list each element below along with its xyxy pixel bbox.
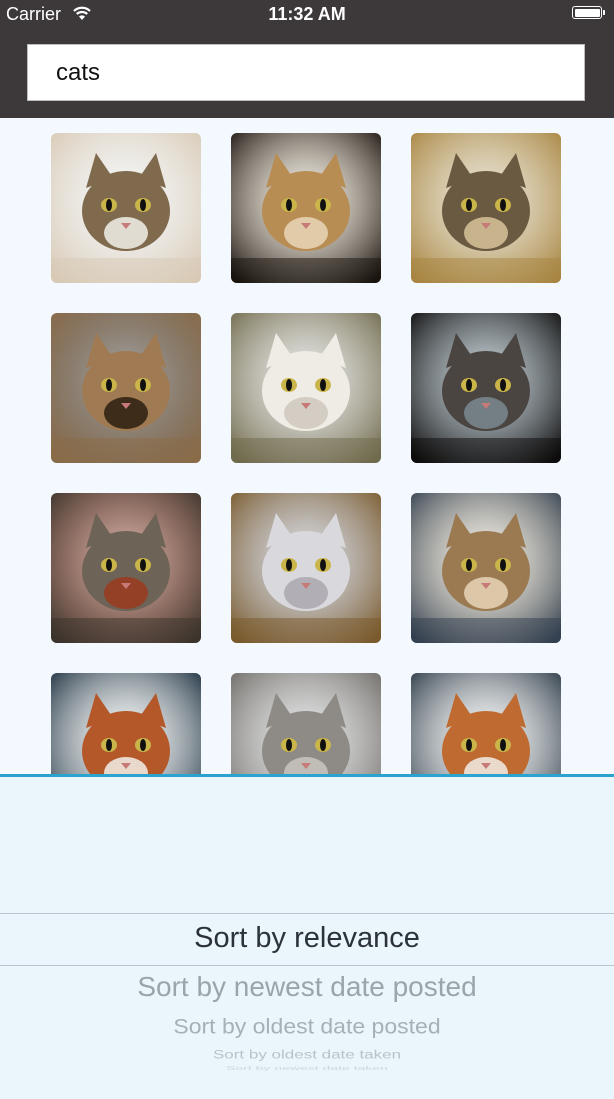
photo-grid[interactable] — [0, 118, 614, 774]
cat-photo-2[interactable] — [231, 133, 381, 283]
picker-selection-top-line — [0, 913, 614, 914]
cat-photo-9[interactable] — [411, 493, 561, 643]
cat-photo-image — [231, 133, 381, 283]
sort-picker[interactable]: Sort by relevance Sort by newest date po… — [0, 777, 614, 1099]
cat-photo-image — [411, 313, 561, 463]
clock-time: 11:32 AM — [268, 4, 346, 24]
cat-photo-7[interactable] — [51, 493, 201, 643]
cat-photo-8[interactable] — [231, 493, 381, 643]
cat-photo-12[interactable] — [411, 673, 561, 774]
sort-option-relevance[interactable]: Sort by relevance — [0, 922, 614, 955]
cat-photo-image — [231, 313, 381, 463]
cat-photo-image — [51, 493, 201, 643]
cat-photo-image — [411, 133, 561, 283]
cat-photo-image — [51, 133, 201, 283]
status-bar: Carrier 11:32 AM — [0, 0, 614, 30]
cat-photo-image — [411, 673, 561, 774]
cat-photo-5[interactable] — [231, 313, 381, 463]
cat-photo-11[interactable] — [231, 673, 381, 774]
header-bar: Carrier 11:32 AM — [0, 0, 614, 118]
battery-icon — [572, 6, 605, 19]
cat-photo-image — [231, 673, 381, 774]
sort-option-oldest-taken[interactable]: Sort by oldest date taken — [0, 1048, 614, 1062]
cat-photo-image — [411, 493, 561, 643]
cat-photo-image — [51, 313, 201, 463]
cat-photo-3[interactable] — [411, 133, 561, 283]
sort-option-newest-posted[interactable]: Sort by newest date posted — [0, 971, 614, 1003]
picker-selection-bottom-line — [0, 965, 614, 966]
cat-photo-6[interactable] — [411, 313, 561, 463]
cat-photo-image — [51, 673, 201, 774]
cat-photo-4[interactable] — [51, 313, 201, 463]
search-input[interactable] — [27, 44, 585, 101]
cat-photo-image — [231, 493, 381, 643]
cat-photo-1[interactable] — [51, 133, 201, 283]
sort-option-newest-taken[interactable]: Sort by newest date taken — [0, 1065, 614, 1071]
sort-option-oldest-posted[interactable]: Sort by oldest date posted — [0, 1014, 614, 1039]
cat-photo-10[interactable] — [51, 673, 201, 774]
